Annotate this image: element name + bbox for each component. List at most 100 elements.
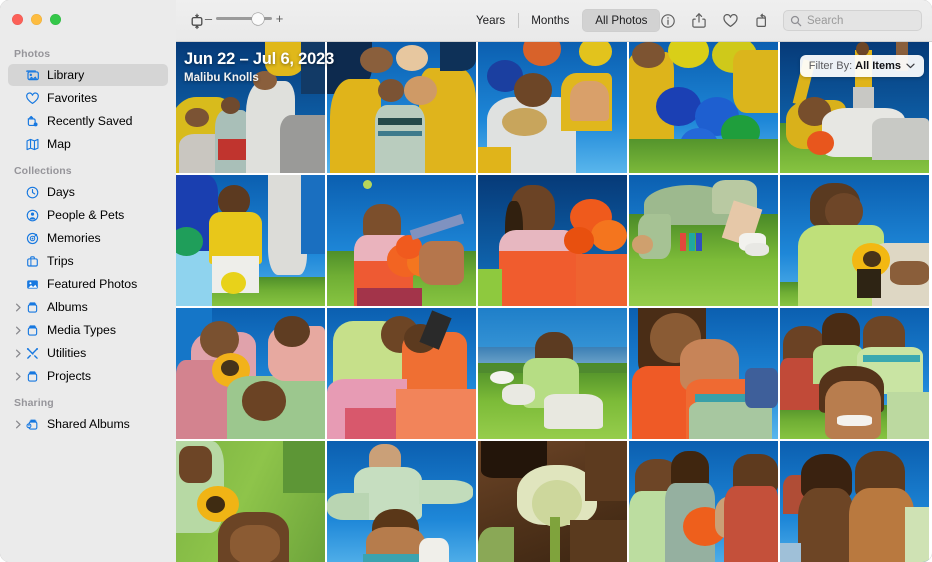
sidebar-item-label: People & Pets <box>47 208 125 222</box>
filter-label: Filter By: <box>808 60 853 72</box>
sidebar-item-people-and-pets[interactable]: People & Pets <box>8 204 168 226</box>
sidebar-scroll-area[interactable]: Photos Library Favorites Recently Saved … <box>0 42 176 562</box>
photo-thumbnail[interactable] <box>780 441 929 562</box>
clock-icon <box>24 184 41 201</box>
sidebar-item-label: Shared Albums <box>47 417 130 431</box>
album-icon <box>24 299 41 316</box>
sidebar-item-trips[interactable]: Trips <box>8 250 168 272</box>
chevron-right-icon[interactable] <box>12 296 24 318</box>
zoom-slider-knob[interactable] <box>252 12 264 25</box>
window-controls <box>12 14 61 25</box>
sidebar-item-memories[interactable]: Memories <box>8 227 168 249</box>
chevron-right-icon[interactable] <box>12 413 24 435</box>
sidebar-item-map[interactable]: Map <box>8 133 168 155</box>
sidebar: Photos Library Favorites Recently Saved … <box>0 0 176 562</box>
photo-thumbnail[interactable] <box>327 175 476 306</box>
photo-thumbnail[interactable] <box>176 42 325 173</box>
sidebar-item-shared-albums[interactable]: Shared Albums <box>8 413 168 435</box>
zoom-slider-control[interactable]: – + <box>204 12 294 25</box>
sidebar-item-albums[interactable]: Albums <box>8 296 168 318</box>
favorite-heart-icon[interactable] <box>718 9 742 32</box>
photo-thumbnail[interactable] <box>629 42 778 173</box>
photo-thumbnail[interactable] <box>780 175 929 306</box>
people-icon <box>24 207 41 224</box>
toolbar: – + Years Months All Photos Search <box>176 0 932 42</box>
filter-by-button[interactable]: Filter By: All Items <box>799 55 924 77</box>
sidebar-section-photos-title: Photos <box>14 48 51 60</box>
photo-thumbnail[interactable] <box>478 308 627 439</box>
chevron-right-icon[interactable] <box>12 319 24 341</box>
sidebar-item-label: Projects <box>47 369 92 383</box>
sidebar-item-library[interactable]: Library <box>8 64 168 86</box>
sidebar-item-label: Featured Photos <box>47 277 138 291</box>
sidebar-item-favorites[interactable]: Favorites <box>8 87 168 109</box>
photo-thumbnail[interactable] <box>176 175 325 306</box>
filter-value: All Items <box>855 60 901 72</box>
sidebar-item-label: Map <box>47 137 71 151</box>
photos-app-window: Photos Library Favorites Recently Saved … <box>0 0 932 562</box>
info-icon[interactable] <box>656 9 680 32</box>
toolbar-actions <box>656 9 773 32</box>
chevron-down-icon <box>906 63 915 69</box>
sidebar-section-collections-title: Collections <box>14 165 72 177</box>
photo-thumbnail[interactable] <box>780 308 929 439</box>
sidebar-item-label: Favorites <box>47 91 98 105</box>
sidebar-item-label: Library <box>47 68 85 82</box>
search-input[interactable]: Search <box>783 10 922 31</box>
photo-thumbnail[interactable] <box>629 441 778 562</box>
sidebar-item-recently-saved[interactable]: Recently Saved <box>8 110 168 132</box>
sidebar-item-projects[interactable]: Projects <box>8 365 168 387</box>
suitcase-icon <box>24 253 41 270</box>
featured-photos-icon <box>24 276 41 293</box>
photo-thumbnail[interactable] <box>629 308 778 439</box>
map-icon <box>24 136 41 153</box>
memories-icon <box>24 230 41 247</box>
minimize-button[interactable] <box>31 14 42 25</box>
maximize-button[interactable] <box>50 14 61 25</box>
photo-thumbnail[interactable] <box>478 441 627 562</box>
sidebar-item-label: Utilities <box>47 346 87 360</box>
tab-years[interactable]: Years <box>463 9 518 32</box>
sidebar-item-label: Days <box>47 185 75 199</box>
tab-all-photos[interactable]: All Photos <box>582 9 661 32</box>
sidebar-item-media-types[interactable]: Media Types <box>8 319 168 341</box>
shared-album-icon <box>24 416 41 433</box>
sidebar-item-label: Media Types <box>47 323 116 337</box>
photo-grid-container[interactable]: Jun 22 – Jul 6, 2023 Malibu Knolls Filte… <box>176 42 932 562</box>
view-mode-segmented-control[interactable]: Years Months All Photos <box>463 9 661 32</box>
sidebar-item-label: Trips <box>47 254 74 268</box>
search-placeholder: Search <box>807 14 844 27</box>
photo-thumbnail[interactable] <box>176 441 325 562</box>
photo-thumbnail[interactable] <box>327 42 476 173</box>
album-icon <box>24 368 41 385</box>
sidebar-item-label: Memories <box>47 231 101 245</box>
photo-thumbnail[interactable] <box>478 42 627 173</box>
close-button[interactable] <box>12 14 23 25</box>
photo-thumbnail[interactable] <box>176 308 325 439</box>
album-icon <box>24 322 41 339</box>
sidebar-item-label: Albums <box>47 300 88 314</box>
recently-saved-icon <box>24 113 41 130</box>
zoom-in-button[interactable]: + <box>275 12 284 25</box>
sidebar-item-label: Recently Saved <box>47 114 133 128</box>
utilities-icon <box>24 345 41 362</box>
photo-thumbnail[interactable] <box>327 441 476 562</box>
sidebar-item-days[interactable]: Days <box>8 181 168 203</box>
tab-months[interactable]: Months <box>518 9 582 32</box>
chevron-right-icon[interactable] <box>12 365 24 387</box>
zoom-slider-track[interactable] <box>216 12 272 25</box>
photo-thumbnail[interactable] <box>478 175 627 306</box>
share-icon[interactable] <box>687 9 711 32</box>
sidebar-item-featured-photos[interactable]: Featured Photos <box>8 273 168 295</box>
sidebar-section-sharing-title: Sharing <box>14 397 54 409</box>
search-icon <box>790 15 802 27</box>
sidebar-item-utilities[interactable]: Utilities <box>8 342 168 364</box>
library-icon <box>24 67 41 84</box>
photo-thumbnail[interactable] <box>629 175 778 306</box>
zoom-out-button[interactable]: – <box>204 12 213 25</box>
photo-thumbnail[interactable] <box>327 308 476 439</box>
photo-grid <box>176 42 932 562</box>
chevron-right-icon[interactable] <box>12 342 24 364</box>
heart-icon <box>24 90 41 107</box>
rotate-icon[interactable] <box>749 9 773 32</box>
